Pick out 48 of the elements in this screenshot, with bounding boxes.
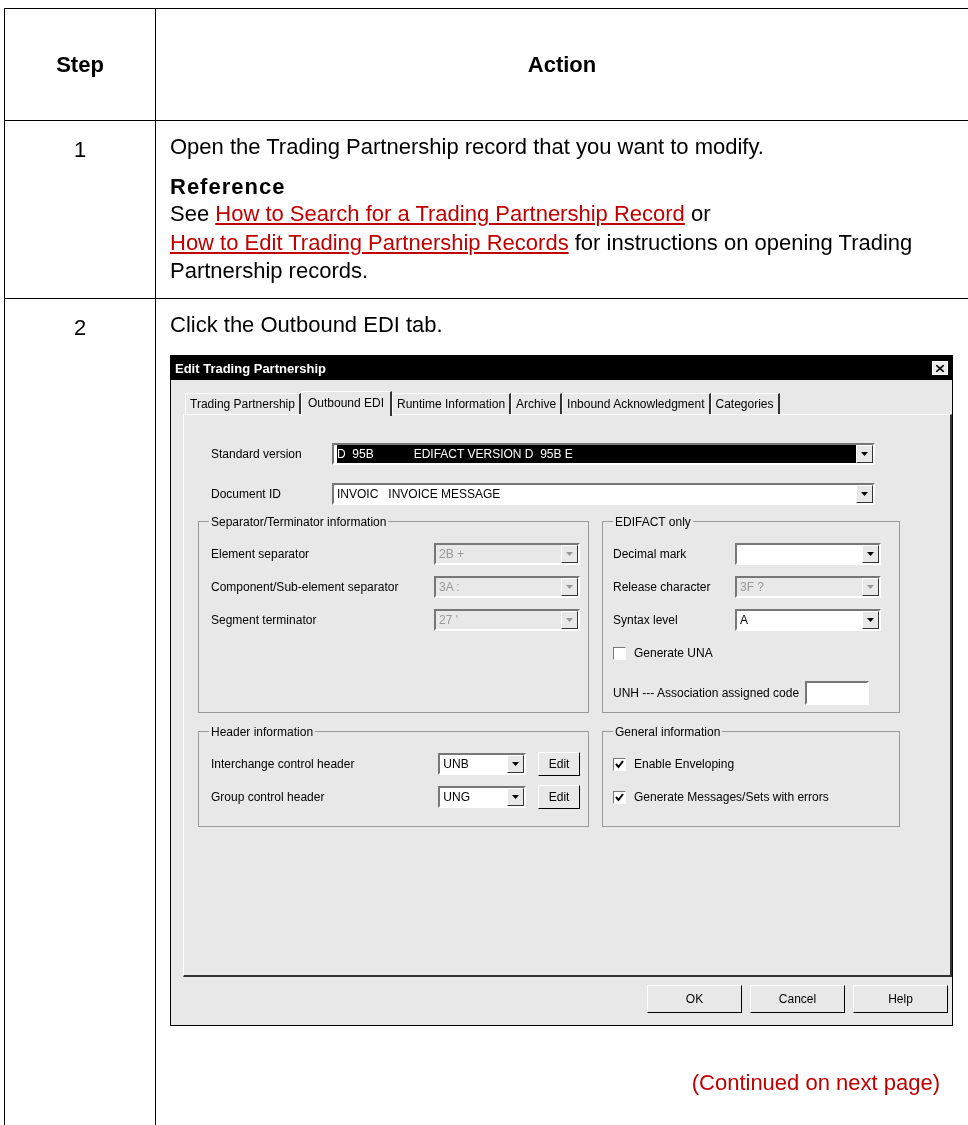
dialog-title: Edit Trading Partnership <box>175 359 326 378</box>
dropdown[interactable]: INVOIC INVOICE MESSAGE <box>332 483 875 506</box>
field-label: Decimal mark <box>613 546 688 564</box>
field-label: Element separator <box>211 546 311 564</box>
reference-heading: Reference <box>170 173 287 200</box>
checkbox-label: Generate Messages/Sets with errors <box>634 789 829 807</box>
step-number: 2 <box>73 314 87 340</box>
tab[interactable]: Trading Partnership <box>185 392 301 415</box>
field-label: Syntax level <box>613 612 679 630</box>
paragraph: Open the Trading Partnership record that you want to modify. <box>170 133 765 161</box>
continued-note: (Continued on next page) <box>690 1069 940 1098</box>
tab[interactable]: Outbound EDI <box>300 390 392 417</box>
field-label: Component/Sub-element separator <box>211 579 400 597</box>
close-icon[interactable] <box>932 361 948 376</box>
paragraph: Click the Outbound EDI tab. <box>170 310 444 339</box>
tab[interactable]: Inbound Acknowledgment <box>562 392 711 415</box>
edit-button[interactable]: Edit <box>538 752 580 777</box>
tab[interactable]: Runtime Information <box>392 392 512 415</box>
field-label: Interchange control header <box>211 756 356 774</box>
input-field[interactable] <box>805 681 870 706</box>
dialog-button[interactable]: OK <box>647 985 742 1014</box>
dropdown[interactable]: A <box>735 609 881 632</box>
link[interactable]: How to Edit Trading Partnership Records <box>170 229 569 255</box>
checkbox[interactable] <box>613 757 626 771</box>
dialog-button[interactable]: Cancel <box>750 985 845 1014</box>
column-header: Action <box>155 8 968 121</box>
field-label: Segment terminator <box>211 612 318 630</box>
edit-button[interactable]: Edit <box>538 785 580 810</box>
tab[interactable]: Archive <box>511 392 563 415</box>
dialog-button[interactable]: Help <box>853 985 948 1014</box>
field-label: Release character <box>613 579 712 597</box>
dropdown[interactable]: UNG <box>438 786 527 809</box>
paragraph: See How to Search for a Trading Partnership Record or How to Edit Trading Partnership Records for instructions on opening Trading Partnership records. <box>170 200 914 286</box>
link[interactable]: How to Search for a Trading Partnership Record <box>215 201 685 226</box>
field-label: UNH --- Association assigned code <box>613 685 800 703</box>
field-label: Document ID <box>211 486 283 504</box>
step-number: 1 <box>73 137 87 162</box>
dropdown[interactable] <box>735 543 881 566</box>
checkbox[interactable] <box>613 646 626 660</box>
field-label: Standard version <box>211 446 303 464</box>
checkbox-label: Generate UNA <box>634 645 713 663</box>
tab[interactable]: Categories <box>710 392 780 415</box>
column-header: Step <box>4 8 156 121</box>
dropdown[interactable]: UNB <box>438 753 527 776</box>
checkbox[interactable] <box>613 790 626 804</box>
field-label: Group control header <box>211 789 326 807</box>
checkbox-label: Enable Enveloping <box>634 756 735 774</box>
dropdown[interactable]: D 95B EDIFACT VERSION D 95B E <box>332 443 875 466</box>
